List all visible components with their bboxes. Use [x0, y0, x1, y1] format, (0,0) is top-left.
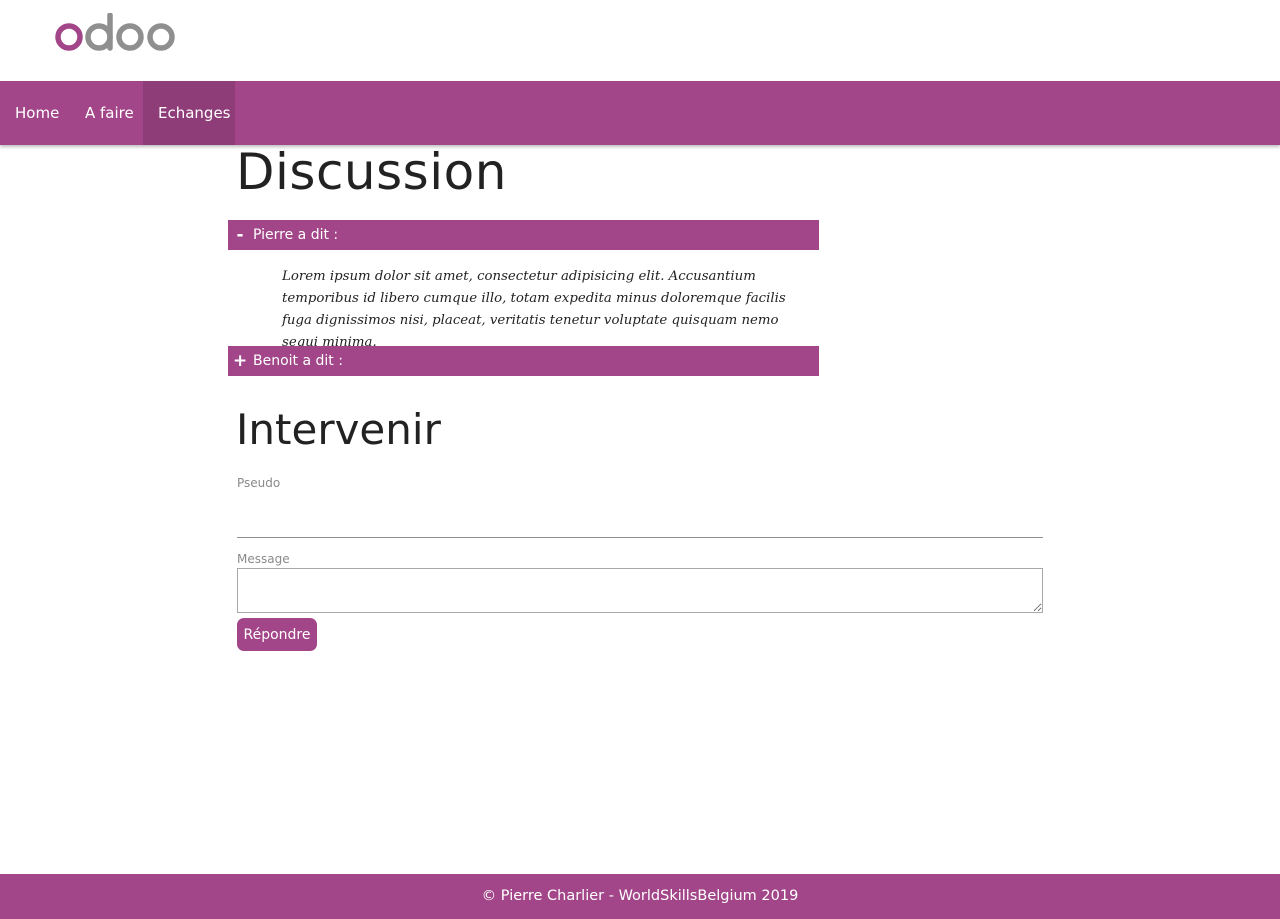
nav-item-echanges[interactable]: Echanges [143, 81, 235, 145]
nav-item-home[interactable]: Home [0, 81, 74, 145]
site-header [0, 0, 1280, 81]
expand-icon: + [233, 351, 248, 371]
pseudo-input[interactable] [237, 500, 1043, 538]
accordion-header-pierre[interactable]: - Pierre a dit : [228, 220, 819, 250]
message-textarea[interactable] [237, 568, 1043, 613]
accordion-author-label: Pierre a dit : [253, 227, 339, 243]
pseudo-label: Pseudo [237, 476, 281, 490]
main-navbar: Home A faire Echanges [0, 81, 1280, 145]
nav-item-a-faire[interactable]: A faire [70, 81, 149, 145]
site-footer: © Pierre Charlier - WorldSkillsBelgium 2… [0, 874, 1280, 919]
intervenir-title: Intervenir [236, 405, 441, 454]
odoo-logo[interactable] [55, 13, 177, 53]
collapse-icon: - [236, 225, 244, 245]
accordion-author-label: Benoit a dit : [253, 353, 343, 369]
accordion-header-benoit[interactable]: + Benoit a dit : [228, 346, 819, 376]
discussion-title: Discussion [236, 143, 507, 201]
message-body: Lorem ipsum dolor sit amet, consectetur … [282, 269, 786, 350]
message-label: Message [237, 552, 290, 566]
reply-button[interactable]: Répondre [237, 618, 317, 651]
footer-text: © Pierre Charlier - WorldSkillsBelgium 2… [481, 888, 799, 904]
